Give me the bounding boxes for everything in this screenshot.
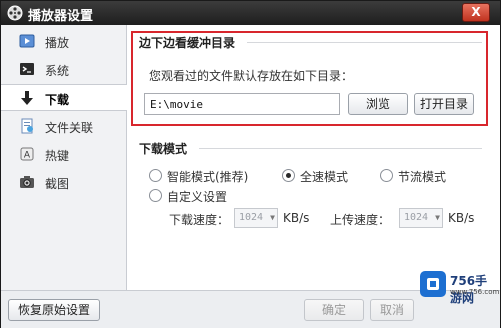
window-title: 播放器设置 [28,9,94,24]
sidebar-item-label: 播放 [45,36,70,50]
camera-icon [20,176,34,188]
download-mode-title: 下载模式 [139,142,188,156]
play-settings-icon [19,34,35,48]
sidebar-item-hotkey[interactable]: A 热键 [1,141,126,167]
radio-button[interactable] [149,169,162,182]
sidebar-item-label: 下载 [45,93,70,107]
cancel-button[interactable]: 取消 [370,299,414,321]
site-watermark: 756手游网 www.756.com [414,265,499,321]
buffer-dir-description: 您观看过的文件默认存放在如下目录： [149,69,354,83]
restore-defaults-button[interactable]: 恢复原始设置 [8,299,100,321]
sidebar: 播放 系统 下载 文件关联 A 热键 截图 [1,25,127,290]
terminal-icon [20,63,34,75]
upload-speed-select[interactable]: 1024 ▼ [399,208,443,228]
sidebar-item-play[interactable]: 播放 [1,28,126,54]
browse-button[interactable]: 浏览 [348,93,408,115]
chevron-down-icon: ▼ [270,213,275,222]
radio-button[interactable] [282,169,295,182]
sidebar-item-file-association[interactable]: 文件关联 [1,113,126,139]
radio-button[interactable] [149,189,162,202]
sidebar-item-label: 文件关联 [45,121,94,135]
upload-speed-value: 1024 [404,212,429,223]
buffer-dir-title: 边下边看缓冲目录 [139,36,236,50]
download-arrow-icon [21,91,33,105]
radio-label: 全速模式 [300,170,349,184]
radio-throttle-mode[interactable]: 节流模式 [380,168,460,184]
radio-label: 智能模式(推荐) [167,170,249,184]
download-speed-select[interactable]: 1024 ▼ [234,208,278,228]
chevron-down-icon: ▼ [435,213,440,222]
radio-label: 自定义设置 [167,190,228,204]
sidebar-item-label: 热键 [45,149,70,163]
svg-text:A: A [24,151,31,161]
download-speed-unit: KB/s [283,211,310,225]
sidebar-item-label: 系统 [45,64,70,78]
upload-speed-label: 上传速度： [330,213,391,227]
section-divider [247,42,482,43]
sidebar-item-label: 截图 [45,177,70,191]
file-association-icon [21,118,33,134]
watermark-url: www.756.com [450,288,500,296]
settings-dialog: 播放器设置 X 播放 系统 下载 文件关联 A 热键 截图 边下边看缓冲目录 您… [0,0,501,328]
ok-button[interactable]: 确定 [304,299,364,321]
upload-speed-unit: KB/s [448,211,475,225]
download-path-input[interactable] [144,93,340,115]
download-speed-label: 下载速度： [169,213,230,227]
open-directory-button[interactable]: 打开目录 [414,93,474,115]
radio-label: 节流模式 [398,170,447,184]
download-settings-panel: 边下边看缓冲目录 您观看过的文件默认存放在如下目录： 浏览 打开目录 下载模式 … [127,25,500,290]
radio-full-speed-mode[interactable]: 全速模式 [282,168,362,184]
close-button[interactable]: X [462,3,490,22]
watermark-logo-icon [420,271,446,297]
sidebar-item-system[interactable]: 系统 [1,56,126,82]
radio-smart-mode[interactable]: 智能模式(推荐) [149,168,269,184]
title-bar: 播放器设置 X [1,1,500,25]
section-divider [199,148,482,149]
hotkey-icon: A [20,147,34,161]
download-speed-value: 1024 [239,212,264,223]
film-reel-icon [7,5,23,21]
sidebar-item-download[interactable]: 下载 [1,84,127,111]
radio-button[interactable] [380,169,393,182]
radio-custom-settings[interactable]: 自定义设置 [149,188,249,204]
sidebar-item-screenshot[interactable]: 截图 [1,169,126,195]
